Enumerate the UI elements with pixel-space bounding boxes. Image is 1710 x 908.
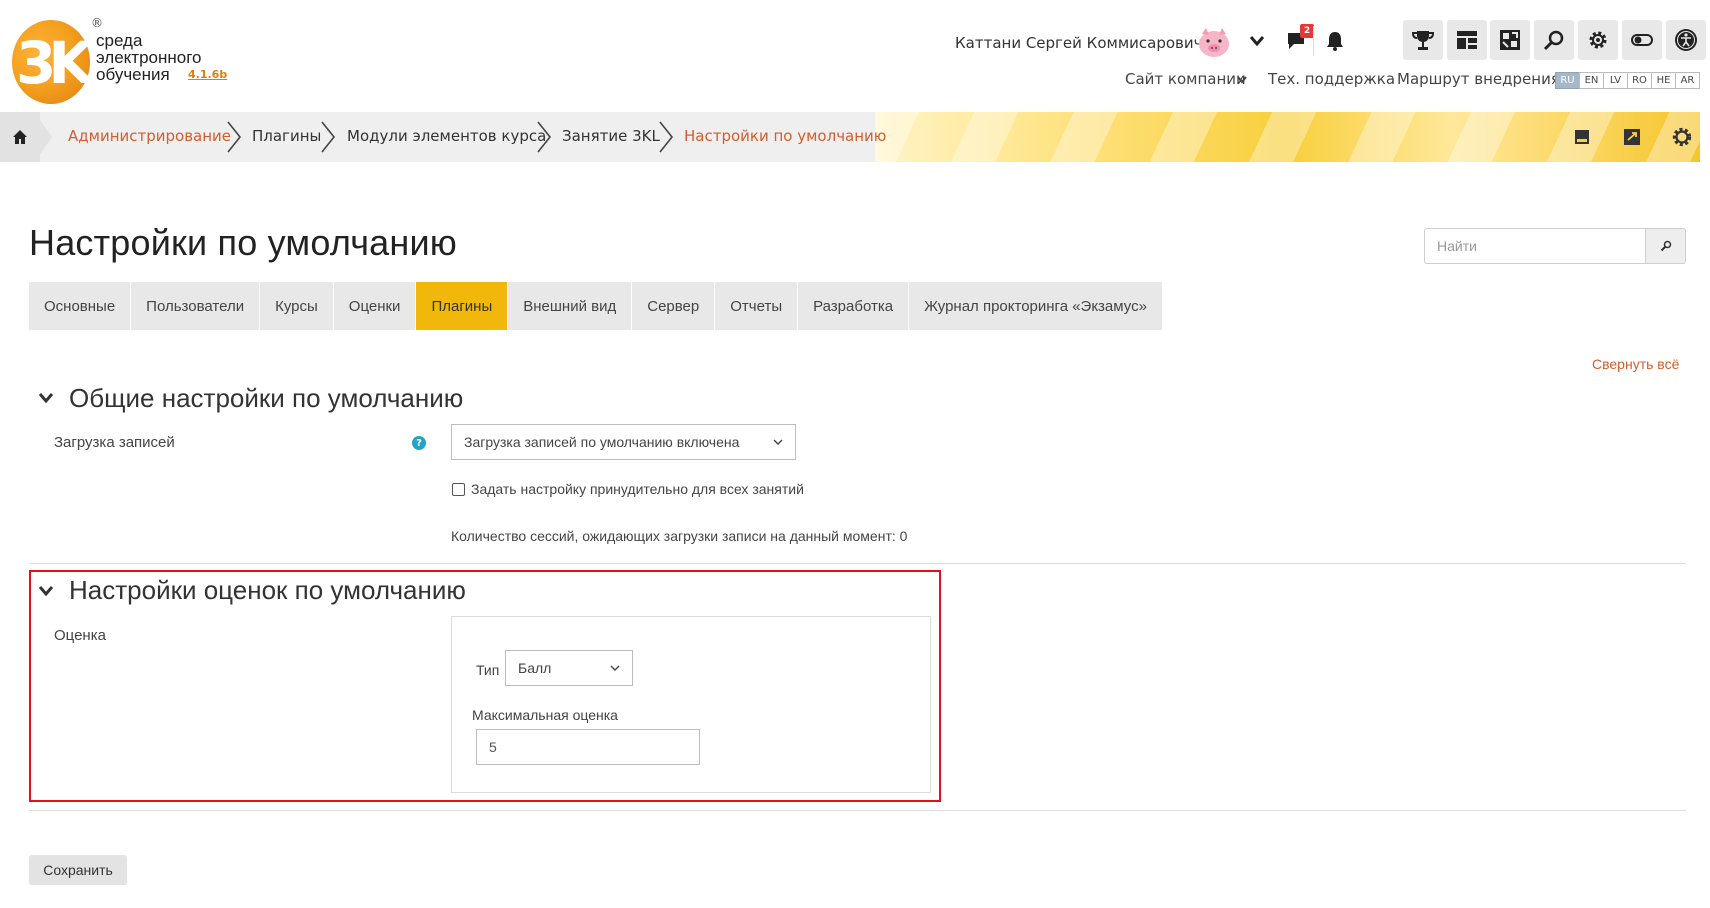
dashboard-icon[interactable] [1447, 20, 1487, 60]
tab-proctoring-log[interactable]: Журнал прокторинга «Экзамус» [909, 282, 1163, 330]
save-button[interactable]: Сохранить [29, 855, 127, 885]
tab-users[interactable]: Пользователи [131, 282, 261, 330]
bell-icon[interactable] [1322, 28, 1348, 54]
grade-type-label: Тип [476, 662, 500, 678]
send-icon[interactable] [1620, 125, 1644, 149]
breadcrumb-item-plugins[interactable]: Плагины [252, 127, 321, 145]
page-header: 3K ® среда электронного обучения 4.1.6b … [0, 0, 1710, 112]
collapse-all-link[interactable]: Свернуть всё [1592, 356, 1679, 372]
page-title: Настройки по умолчанию [29, 222, 457, 263]
route-link[interactable]: Маршрут внедрения [1397, 70, 1560, 88]
logo-mark: 3K [12, 20, 93, 104]
breadcrumb-separator-icon [40, 120, 52, 154]
site-logo[interactable]: 3K ® среда электронного обучения 4.1.6b [12, 16, 242, 104]
courses-icon[interactable] [1490, 20, 1530, 60]
admin-tabs: Основные Пользователи Курсы Оценки Плаги… [29, 282, 1163, 330]
breadcrumb-item-modules[interactable]: Модули элементов курса [347, 127, 546, 145]
language-option-lv[interactable]: LV [1603, 72, 1628, 89]
help-icon[interactable]: ? [412, 436, 426, 450]
sessions-count-text: Количество сессий, ожидающих загрузки за… [451, 528, 908, 544]
logo-text: среда электронного обучения [96, 31, 202, 84]
logo-registered: ® [91, 16, 103, 30]
search-icon[interactable] [1534, 20, 1574, 60]
chevron-down-icon [610, 665, 620, 671]
company-site-link[interactable]: Сайт компании [1125, 70, 1246, 88]
page-settings-gear-icon[interactable] [1670, 125, 1694, 149]
tab-plugins[interactable]: Плагины [416, 282, 509, 330]
breadcrumb-separator-icon [537, 121, 552, 153]
tab-appearance[interactable]: Внешний вид [508, 282, 633, 330]
max-grade-label: Максимальная оценка [472, 707, 618, 723]
company-site-chevron-icon[interactable] [1237, 76, 1247, 84]
recording-label: Загрузка записей [54, 434, 175, 451]
bookmark-icon[interactable] [1570, 125, 1594, 149]
tab-development[interactable]: Разработка [798, 282, 910, 330]
section-general-chevron-icon[interactable] [37, 389, 55, 407]
section-grades-title[interactable]: Настройки оценок по умолчанию [69, 575, 466, 606]
section-divider [29, 563, 1686, 564]
user-menu-chevron-icon[interactable] [1244, 28, 1270, 54]
logo-version: 4.1.6b [188, 68, 228, 81]
language-switcher: RU EN LV RO HE AR [1555, 72, 1700, 89]
breadcrumb-bar: Администрирование Плагины Модули элемент… [0, 112, 1700, 162]
settings-search-input[interactable]: Найти [1424, 228, 1646, 264]
accessibility-icon[interactable] [1666, 20, 1706, 60]
settings-gear-icon[interactable] [1578, 20, 1618, 60]
tab-courses[interactable]: Курсы [260, 282, 334, 330]
language-option-ro[interactable]: RO [1627, 72, 1652, 89]
header-divider [1313, 26, 1314, 56]
home-icon[interactable] [0, 112, 40, 162]
language-option-en[interactable]: EN [1579, 72, 1604, 89]
breadcrumb-item-admin[interactable]: Администрирование [68, 127, 231, 145]
max-grade-input[interactable]: 5 [476, 729, 700, 765]
recording-select[interactable]: Загрузка записей по умолчанию включена [451, 424, 796, 460]
tab-grades[interactable]: Оценки [333, 282, 417, 330]
section-grades-chevron-icon[interactable] [37, 582, 55, 600]
breadcrumb-separator-icon [227, 121, 242, 153]
search-icon [1660, 240, 1671, 252]
breadcrumb-item-current: Настройки по умолчанию [684, 127, 887, 145]
messages-icon[interactable]: 2 [1284, 24, 1314, 54]
trophy-icon[interactable] [1403, 20, 1443, 60]
section-general-title[interactable]: Общие настройки по умолчанию [69, 383, 463, 414]
section-divider [29, 810, 1686, 811]
force-setting-label[interactable]: Задать настройку принудительно для всех … [471, 481, 804, 497]
breadcrumb-item-3kl[interactable]: Занятие 3KL [562, 127, 660, 145]
search-submit-button[interactable] [1646, 228, 1686, 264]
breadcrumb-separator-icon [321, 121, 336, 153]
grade-fieldset [451, 616, 931, 793]
chevron-down-icon [773, 439, 783, 445]
avatar[interactable] [1196, 24, 1232, 60]
messages-badge: 2 [1300, 24, 1314, 38]
language-option-ar[interactable]: AR [1675, 72, 1700, 89]
toggle-icon[interactable] [1622, 20, 1662, 60]
support-link[interactable]: Тех. поддержка [1268, 70, 1395, 88]
language-option-ru[interactable]: RU [1555, 72, 1580, 89]
language-option-he[interactable]: HE [1651, 72, 1676, 89]
tab-general[interactable]: Основные [29, 282, 132, 330]
user-name[interactable]: Каттани Сергей Коммисарович [955, 34, 1202, 52]
grade-type-select[interactable]: Балл [505, 650, 633, 686]
force-setting-checkbox[interactable] [452, 483, 465, 496]
breadcrumb-separator-icon [659, 121, 674, 153]
tab-server[interactable]: Сервер [632, 282, 716, 330]
grade-label: Оценка [54, 627, 106, 644]
tab-reports[interactable]: Отчеты [715, 282, 799, 330]
